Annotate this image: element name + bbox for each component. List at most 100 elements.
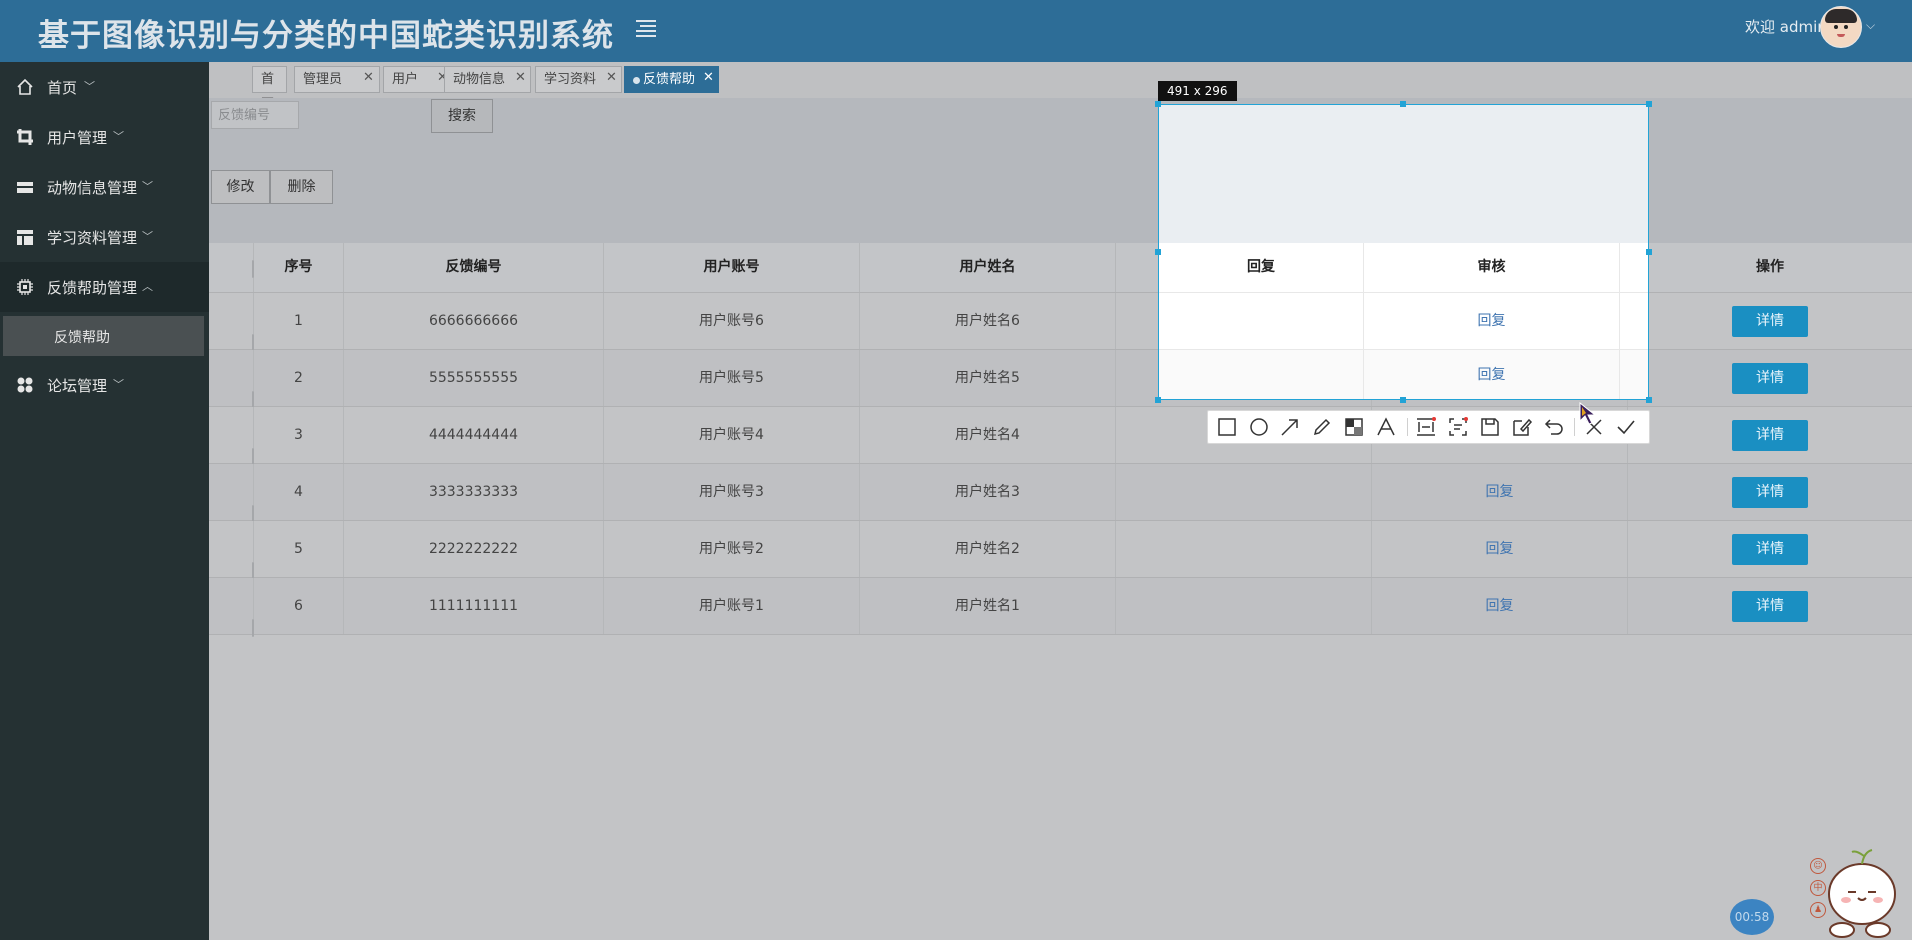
sidebar-item-user-management[interactable]: 用户管理 ﹀ bbox=[0, 112, 209, 162]
table-cell: 3 bbox=[254, 407, 344, 463]
detail-button[interactable]: 详情 bbox=[1732, 306, 1808, 337]
sidebar-item-feedback[interactable]: 反馈帮助管理 ︿ bbox=[0, 262, 209, 312]
chevron-down-icon: ﹀ bbox=[142, 180, 153, 193]
table-cell bbox=[1116, 521, 1372, 577]
table-cell: 详情 bbox=[1628, 407, 1912, 463]
sidebar-subitem-feedback[interactable]: 反馈帮助 bbox=[3, 316, 204, 356]
avatar[interactable] bbox=[1820, 6, 1862, 48]
menu-toggle-icon[interactable] bbox=[636, 17, 656, 37]
table-cell: 回复 bbox=[1372, 578, 1628, 634]
toolbar-divider bbox=[1407, 418, 1408, 436]
ellipse-icon[interactable] bbox=[1248, 416, 1270, 438]
timer-badge[interactable]: 00:58 bbox=[1730, 899, 1774, 935]
close-icon[interactable]: ✕ bbox=[606, 65, 617, 90]
feedback-code-input[interactable]: 反馈编号 bbox=[211, 101, 299, 129]
reply-link[interactable]: 回复 bbox=[1478, 367, 1506, 383]
close-icon[interactable]: ✕ bbox=[703, 65, 714, 90]
arrow-icon[interactable] bbox=[1279, 416, 1301, 438]
delete-button[interactable]: 删除 bbox=[270, 170, 333, 204]
header-cell: 操作 bbox=[1756, 259, 1784, 275]
long-screenshot-icon[interactable] bbox=[1415, 416, 1437, 438]
preview-header: 回复 审核 bbox=[1159, 243, 1648, 293]
reply-link[interactable]: 回复 bbox=[1486, 598, 1514, 614]
reply-link[interactable]: 回复 bbox=[1486, 484, 1514, 500]
resize-handle[interactable] bbox=[1155, 397, 1161, 403]
cell-text: 1 bbox=[294, 313, 303, 329]
undo-icon[interactable] bbox=[1543, 416, 1565, 438]
sidebar-item-animal-info[interactable]: 动物信息管理 ﹀ bbox=[0, 162, 209, 212]
table-cell: 用户姓名5 bbox=[860, 350, 1116, 406]
mosaic-icon[interactable] bbox=[1343, 416, 1365, 438]
tab-feedback[interactable]: 反馈帮助 ✕ bbox=[624, 66, 719, 93]
cell-text: 用户账号2 bbox=[699, 541, 764, 557]
cell-text: 用户姓名6 bbox=[955, 313, 1020, 329]
top-header: 基于图像识别与分类的中国蛇类识别系统 欢迎 admin ⌵ bbox=[0, 0, 1912, 62]
sidebar-item-learning[interactable]: 学习资料管理 ﹀ bbox=[0, 212, 209, 262]
mouse-cursor-icon bbox=[1579, 402, 1597, 425]
detail-button[interactable]: 详情 bbox=[1732, 477, 1808, 508]
layout-icon bbox=[17, 230, 33, 245]
cell-text: 3 bbox=[294, 427, 303, 443]
reply-link[interactable]: 回复 bbox=[1486, 541, 1514, 557]
edit-icon[interactable] bbox=[1511, 416, 1533, 438]
preview-header-cell: 回复 bbox=[1159, 243, 1364, 292]
chevron-down-icon: ﹀ bbox=[84, 80, 95, 93]
sidebar-item-label: 学习资料管理 bbox=[47, 229, 138, 247]
chevron-down-icon: ﹀ bbox=[113, 130, 124, 143]
reply-link[interactable]: 回复 bbox=[1478, 313, 1506, 329]
tab-admin[interactable]: 管理员 ✕ bbox=[294, 66, 380, 93]
table-cell: 用户姓名2 bbox=[860, 521, 1116, 577]
home-icon bbox=[17, 78, 33, 95]
tab-label: 用户 bbox=[392, 72, 419, 87]
sidebar-item-forum[interactable]: 论坛管理 ﹀ bbox=[0, 360, 209, 410]
rectangle-icon[interactable] bbox=[1216, 416, 1238, 438]
checkbox-cell bbox=[209, 350, 254, 409]
table-row: 2 5555555555 用户账号5 用户姓名5 回复 详情 bbox=[209, 350, 1912, 409]
tab-user[interactable]: 用户 ✕ bbox=[383, 66, 453, 93]
chevron-down-icon[interactable]: ⌵ bbox=[1866, 18, 1875, 33]
cell-text: 4 bbox=[294, 484, 303, 500]
table-row: 6 1111111111 用户账号1 用户姓名1 回复 详情 bbox=[209, 578, 1912, 637]
edit-button[interactable]: 修改 bbox=[211, 170, 270, 204]
header-cell: 用户账号 bbox=[604, 243, 860, 292]
resize-handle[interactable] bbox=[1400, 397, 1406, 403]
resize-handle[interactable] bbox=[1646, 249, 1652, 255]
sidebar-item-home[interactable]: 首页 ﹀ bbox=[0, 62, 209, 112]
close-icon[interactable]: ✕ bbox=[363, 65, 374, 90]
table-cell: 详情 bbox=[1628, 578, 1912, 634]
detail-button[interactable]: 详情 bbox=[1732, 534, 1808, 565]
detail-button[interactable]: 详情 bbox=[1732, 363, 1808, 394]
resize-handle[interactable] bbox=[1400, 101, 1406, 107]
table-cell: 4 bbox=[254, 464, 344, 520]
detail-button[interactable]: 详情 bbox=[1732, 591, 1808, 622]
detail-button[interactable]: 详情 bbox=[1732, 420, 1808, 451]
header-cell: 用户姓名 bbox=[860, 243, 1116, 292]
cell-text: 2222222222 bbox=[428, 541, 519, 557]
tab-animal[interactable]: 动物信息 ✕ bbox=[444, 66, 531, 93]
close-icon[interactable]: ✕ bbox=[515, 65, 526, 90]
cell-text: 5555555555 bbox=[428, 370, 519, 386]
cell-text: 6666666666 bbox=[428, 313, 519, 329]
search-button[interactable]: 搜索 bbox=[431, 99, 493, 133]
resize-handle[interactable] bbox=[1646, 397, 1652, 403]
checkbox-cell bbox=[209, 407, 254, 466]
toolbar-divider bbox=[1574, 418, 1575, 436]
screenshot-selection[interactable]: 回复 审核 回复 回复 bbox=[1158, 104, 1649, 400]
tab-learning[interactable]: 学习资料 ✕ bbox=[535, 66, 622, 93]
cell-text: 用户账号6 bbox=[699, 313, 764, 329]
pencil-icon[interactable] bbox=[1311, 416, 1333, 438]
confirm-icon[interactable] bbox=[1615, 416, 1637, 438]
tab-home[interactable]: 首页 bbox=[252, 66, 287, 112]
cell-text: 用户姓名3 bbox=[955, 484, 1020, 500]
resize-handle[interactable] bbox=[1646, 101, 1652, 107]
resize-handle[interactable] bbox=[1155, 101, 1161, 107]
sidebar-subitem-label: 反馈帮助 bbox=[54, 330, 110, 346]
checkbox-cell bbox=[209, 293, 254, 352]
resize-handle[interactable] bbox=[1155, 249, 1161, 255]
mascot-image[interactable] bbox=[1812, 842, 1904, 940]
text-icon[interactable] bbox=[1375, 416, 1397, 438]
ocr-icon[interactable] bbox=[1447, 416, 1469, 438]
save-icon[interactable] bbox=[1479, 416, 1501, 438]
table-cell: 用户姓名6 bbox=[860, 293, 1116, 349]
table-cell: 3333333333 bbox=[344, 464, 604, 520]
